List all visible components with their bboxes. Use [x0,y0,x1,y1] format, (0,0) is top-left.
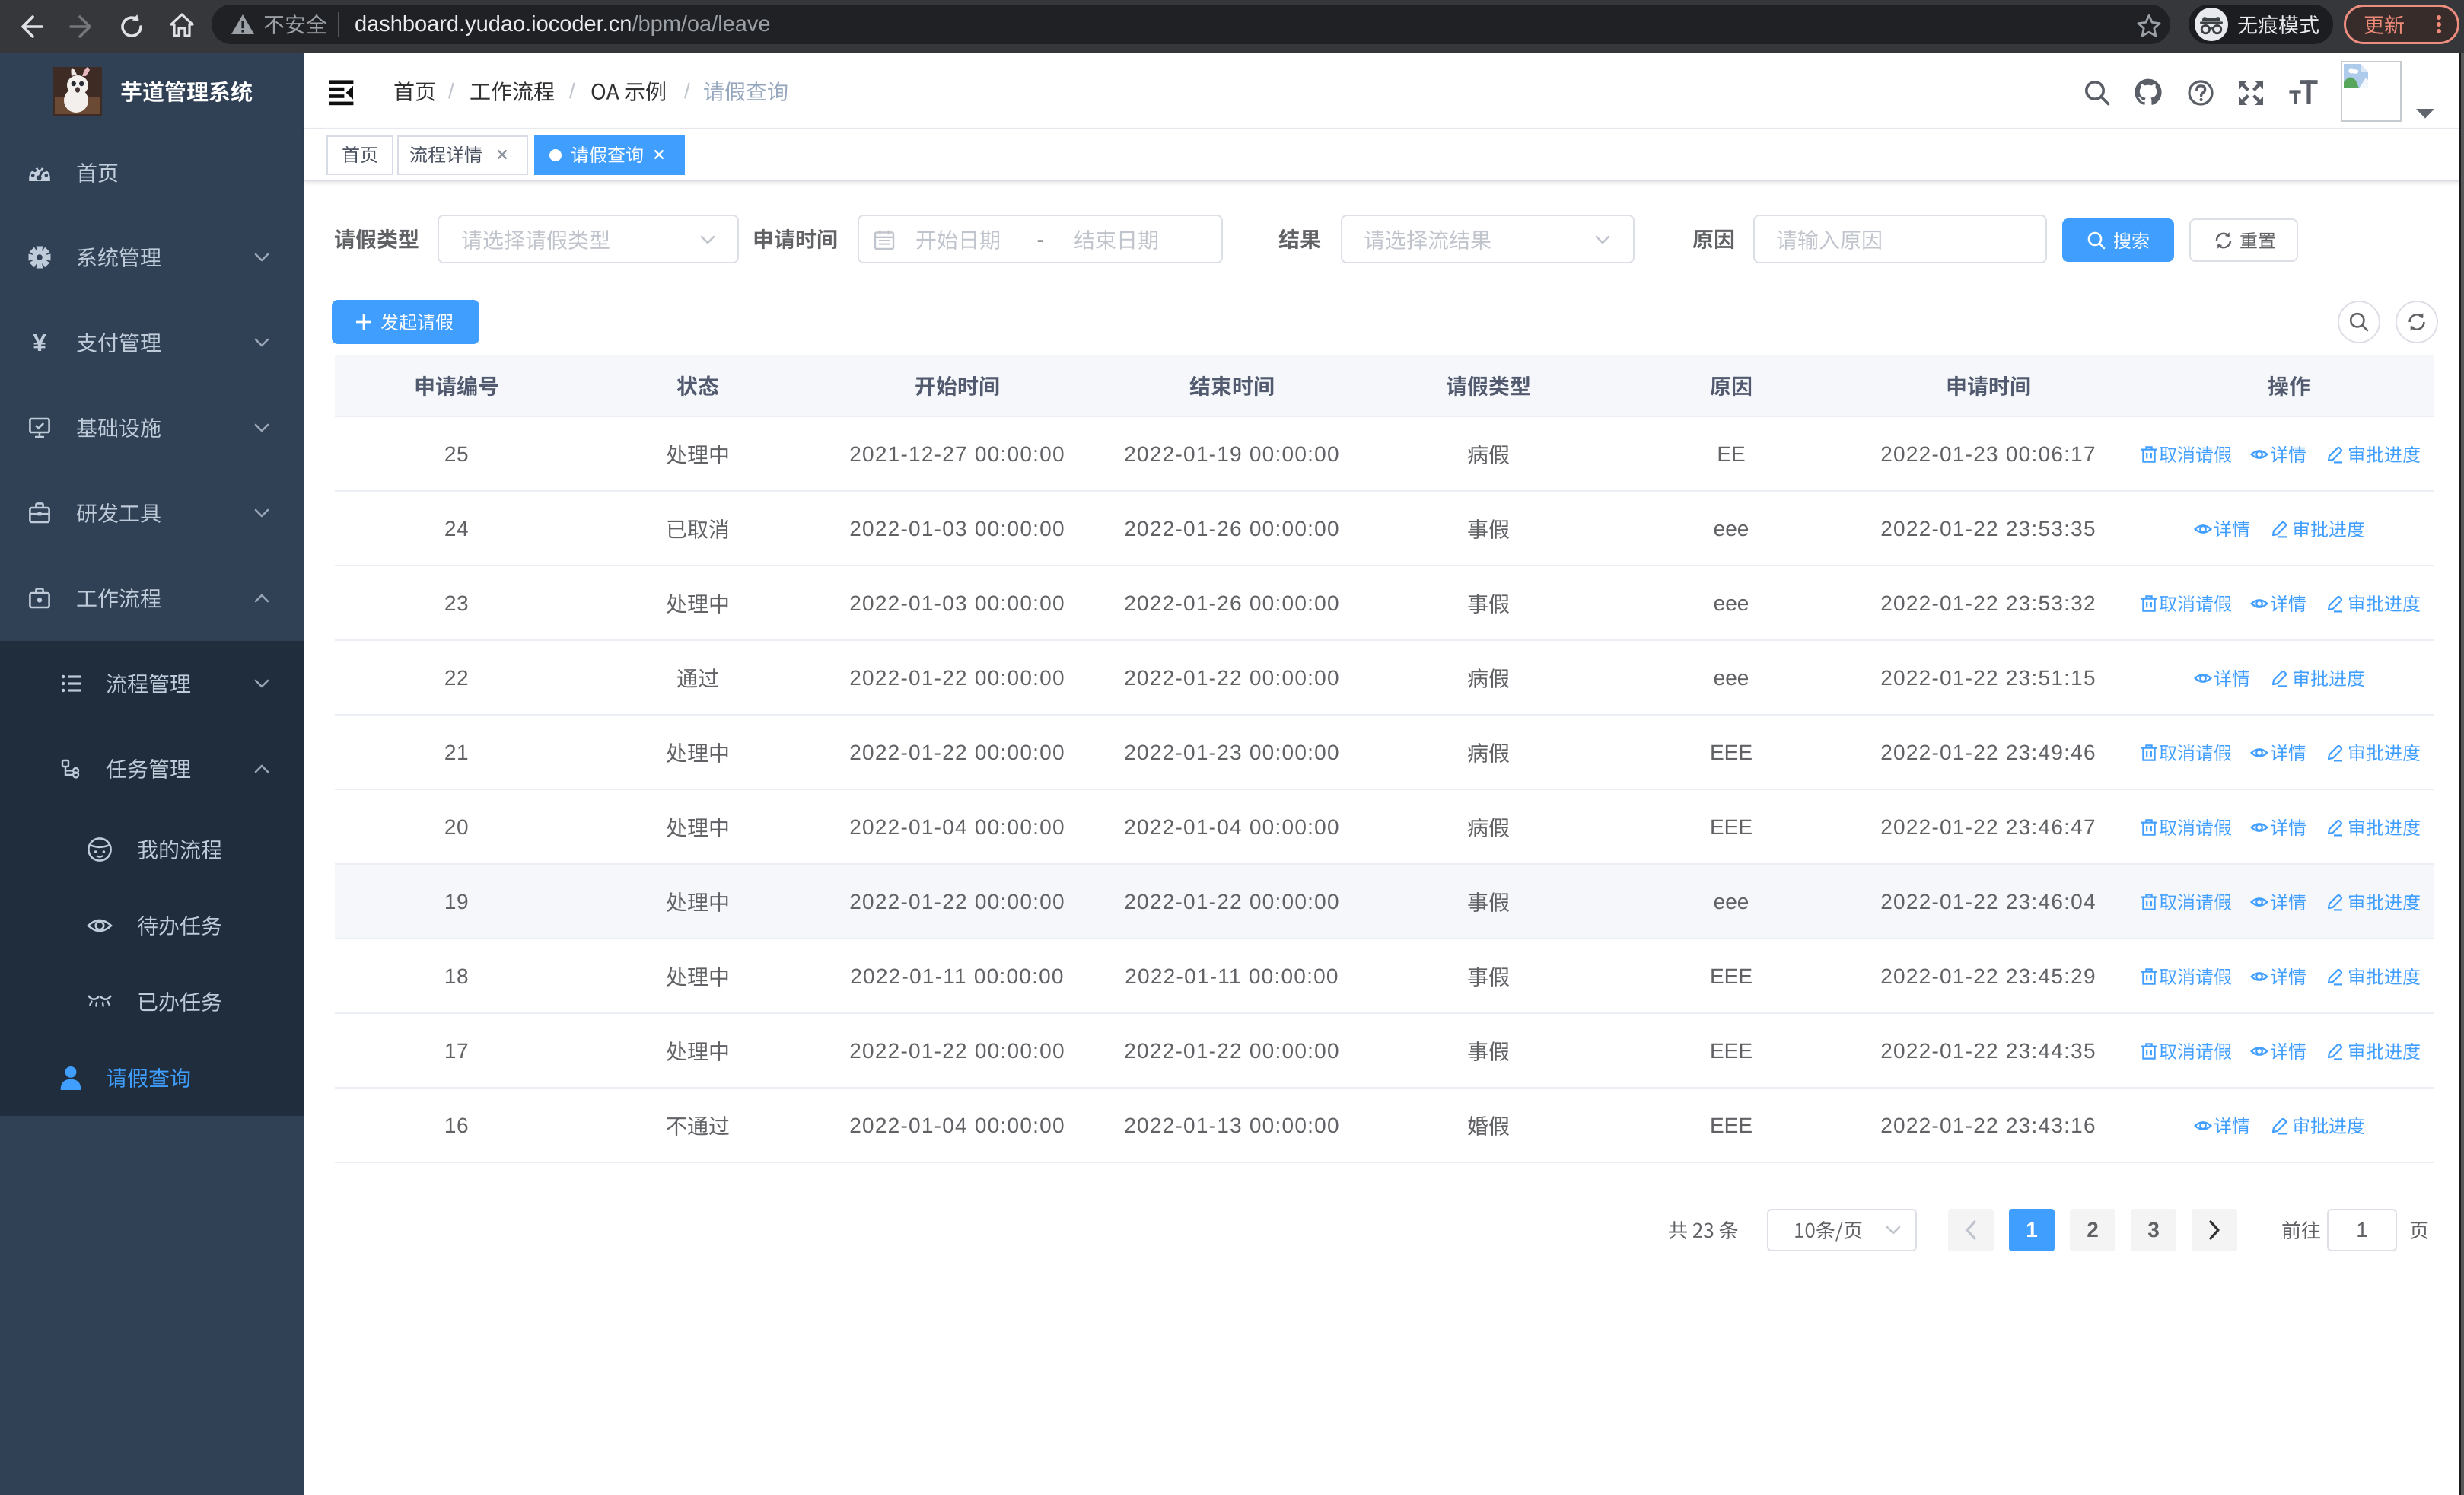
svg-text:¥: ¥ [33,331,46,357]
